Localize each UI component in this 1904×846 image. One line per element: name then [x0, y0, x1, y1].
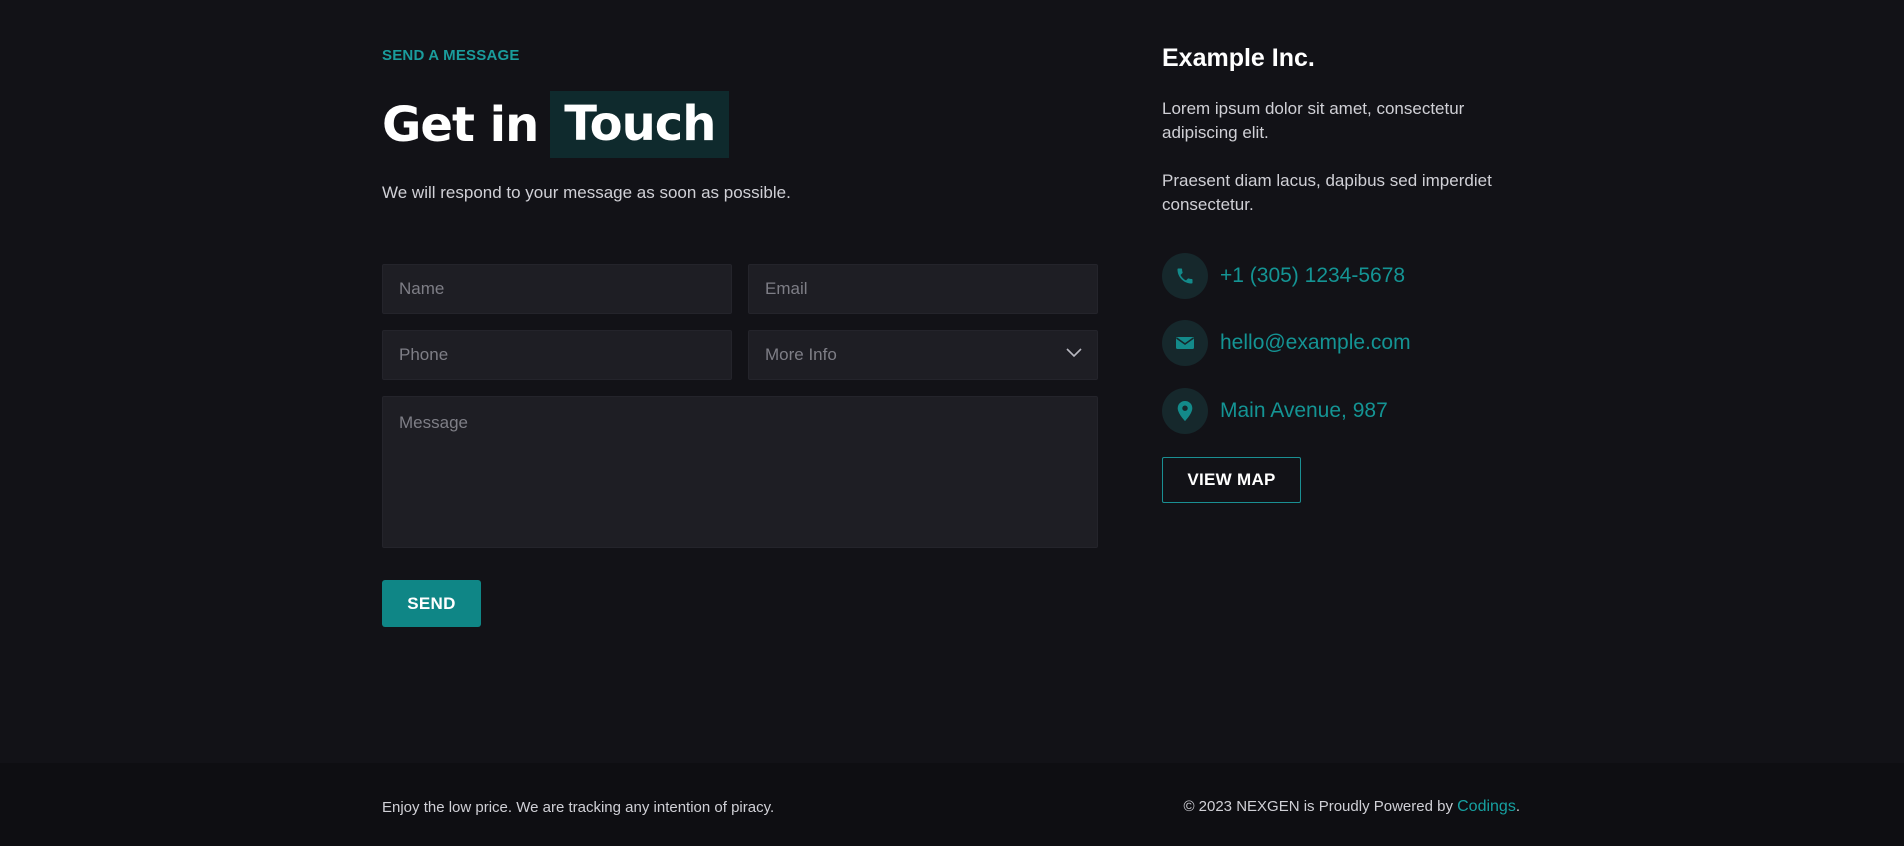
phone-field-wrapper	[382, 330, 732, 380]
name-field-wrapper	[382, 264, 732, 314]
footer-codings-link[interactable]: Codings	[1457, 798, 1516, 815]
chevron-down-icon	[1065, 344, 1083, 367]
page: SEND A MESSAGE Get in Touch We will resp…	[0, 0, 1904, 846]
phone-icon	[1162, 253, 1208, 299]
footer-left-text: Enjoy the low price. We are tracking any…	[382, 799, 775, 816]
view-map-button[interactable]: VIEW MAP	[1162, 457, 1301, 503]
message-field-wrapper	[382, 396, 1098, 548]
company-description-2: Praesent diam lacus, dapibus sed imperdi…	[1162, 171, 1492, 214]
envelope-icon	[1162, 320, 1208, 366]
contact-phone[interactable]: +1 (305) 1234-5678	[1162, 253, 1405, 299]
message-textarea[interactable]	[399, 413, 1097, 533]
phone-input[interactable]	[399, 345, 731, 365]
footer-credits-suffix: .	[1515, 798, 1520, 815]
contact-email[interactable]: hello@example.com	[1162, 320, 1411, 366]
page-title: Get in Touch	[382, 91, 730, 158]
footer: Enjoy the low price. We are tracking any…	[0, 763, 1904, 846]
title-plain: Get in	[382, 96, 539, 153]
name-input[interactable]	[399, 279, 731, 299]
more-info-select[interactable]: More Info	[748, 330, 1098, 380]
footer-credits-prefix: © 2023 NEXGEN is Proudly Powered by	[1183, 798, 1458, 815]
contact-phone-text: +1 (305) 1234-5678	[1220, 264, 1406, 287]
title-highlight: Touch	[550, 91, 730, 158]
footer-credits: © 2023 NEXGEN is Proudly Powered by Codi…	[1183, 798, 1520, 816]
email-input[interactable]	[765, 279, 1097, 299]
send-button[interactable]: SEND	[382, 580, 481, 627]
main-section: SEND A MESSAGE Get in Touch We will resp…	[0, 0, 1904, 763]
contact-address-text: Main Avenue, 987	[1220, 399, 1388, 422]
section-eyebrow: SEND A MESSAGE	[382, 47, 520, 64]
contact-email-text: hello@example.com	[1220, 331, 1411, 354]
intro-text: We will respond to your message as soon …	[382, 183, 791, 202]
contact-address[interactable]: Main Avenue, 987	[1162, 388, 1388, 434]
email-field-wrapper	[748, 264, 1098, 314]
company-description-1: Lorem ipsum dolor sit amet, consectetur …	[1162, 99, 1465, 142]
more-info-selected: More Info	[765, 345, 837, 364]
company-name: Example Inc.	[1162, 44, 1315, 72]
map-pin-icon	[1162, 388, 1208, 434]
